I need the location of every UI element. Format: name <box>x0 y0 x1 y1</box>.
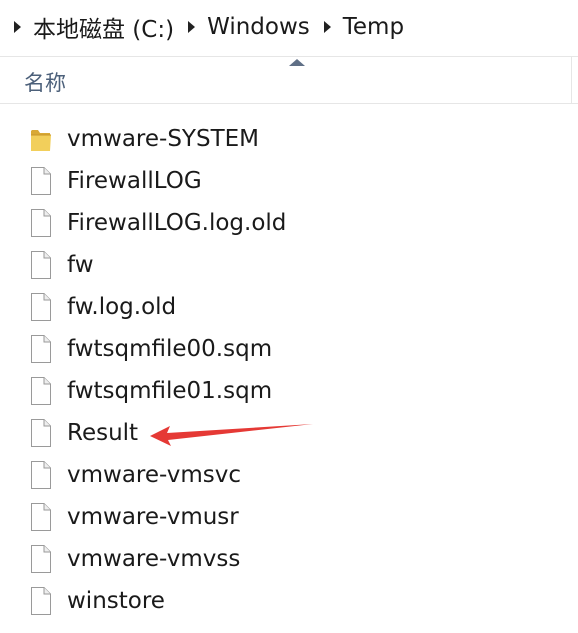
file-icon <box>30 460 52 490</box>
column-header-bar: 名称 <box>0 56 578 104</box>
annotation-arrow-icon <box>150 424 313 446</box>
file-name: vmware-SYSTEM <box>67 126 259 152</box>
file-name: fwtsqmfile00.sqm <box>67 336 273 362</box>
breadcrumb-item-windows[interactable]: Windows <box>207 14 310 40</box>
chevron-right-icon[interactable] <box>14 21 21 33</box>
file-row[interactable]: vmware-vmvss <box>0 538 578 580</box>
file-icon <box>30 166 52 196</box>
file-icon <box>30 292 52 322</box>
file-name: FirewallLOG.log.old <box>67 210 287 236</box>
file-row[interactable]: fwtsqmfile01.sqm <box>0 370 578 412</box>
file-icon <box>30 544 52 574</box>
chevron-right-icon[interactable] <box>323 21 331 33</box>
breadcrumb-item-drive[interactable]: 本地磁盘 (C:) <box>33 10 174 44</box>
file-icon <box>30 376 52 406</box>
column-header-name-label: 名称 <box>24 71 66 95</box>
folder-icon <box>30 124 52 154</box>
file-row[interactable]: vmware-vmsvc <box>0 454 578 496</box>
sort-ascending-icon <box>289 59 305 66</box>
file-icon <box>30 208 52 238</box>
file-row[interactable]: fw.log.old <box>0 286 578 328</box>
annotation-arrow-shape <box>150 424 313 446</box>
file-row[interactable]: vmware-SYSTEM <box>0 118 578 160</box>
column-header-name[interactable]: 名称 <box>8 57 572 103</box>
file-icon <box>30 250 52 280</box>
file-name: vmware-vmusr <box>67 504 239 530</box>
breadcrumb: 本地磁盘 (C:) Windows Temp <box>0 0 578 54</box>
file-row[interactable]: fwtsqmfile00.sqm <box>0 328 578 370</box>
breadcrumb-item-temp[interactable]: Temp <box>343 14 404 40</box>
file-icon <box>30 334 52 364</box>
file-name: vmware-vmvss <box>67 546 241 572</box>
file-name: fw.log.old <box>67 294 177 320</box>
file-icon <box>30 586 52 616</box>
file-name: winstore <box>67 588 165 614</box>
file-icon <box>30 502 52 532</box>
file-name: vmware-vmsvc <box>67 462 241 488</box>
file-row[interactable]: fw <box>0 244 578 286</box>
file-name: fwtsqmfile01.sqm <box>67 378 273 404</box>
file-row[interactable]: winstore <box>0 580 578 622</box>
file-name: Result <box>67 420 139 446</box>
file-explorer-window: 本地磁盘 (C:) Windows Temp 名称 vmware-SYSTEM F… <box>0 0 578 633</box>
chevron-right-icon[interactable] <box>188 21 196 33</box>
file-list: vmware-SYSTEM FirewallLOG FirewallLOG.log.… <box>0 118 578 622</box>
file-row[interactable]: FirewallLOG.log.old <box>0 202 578 244</box>
file-row[interactable]: vmware-vmusr <box>0 496 578 538</box>
file-name: FirewallLOG <box>67 168 202 194</box>
file-icon <box>30 418 52 448</box>
file-name: fw <box>67 252 94 278</box>
file-row[interactable]: FirewallLOG <box>0 160 578 202</box>
